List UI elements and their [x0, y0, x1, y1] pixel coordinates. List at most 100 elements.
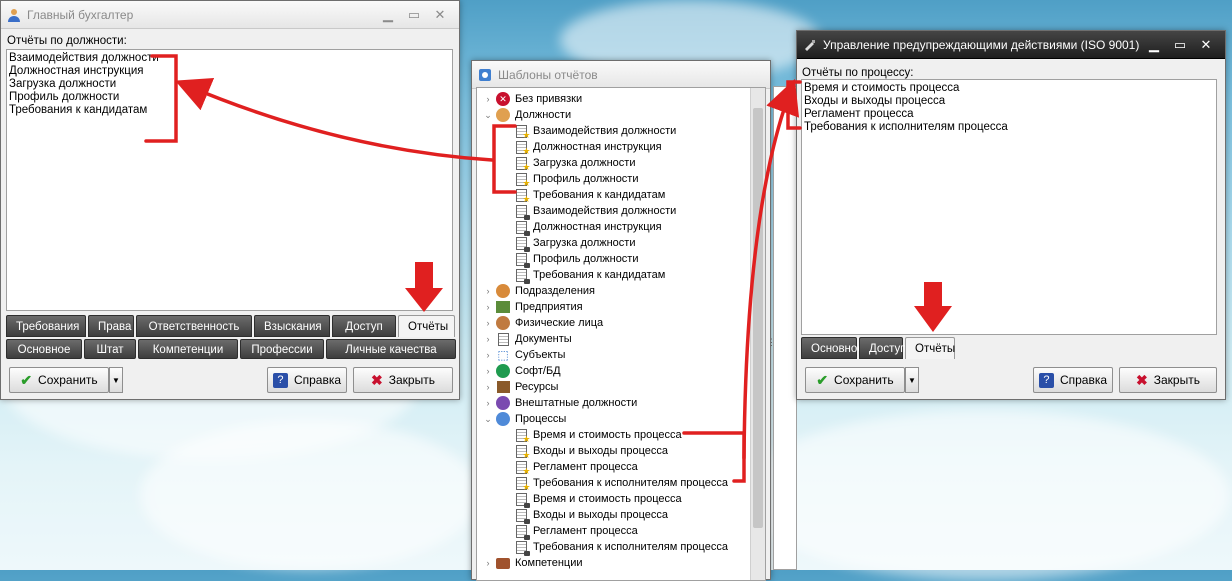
- tab-reports[interactable]: Отчёты: [398, 315, 455, 337]
- tab-penalties[interactable]: Взыскания: [254, 315, 330, 337]
- tab-access[interactable]: Доступ: [859, 337, 906, 359]
- collapse-arrow-icon[interactable]: ⌄: [483, 110, 493, 121]
- close-icon[interactable]: ✕: [1193, 37, 1219, 53]
- expand-arrow-icon[interactable]: ›: [483, 334, 493, 344]
- tree-node[interactable]: › ⬚ Субъекты: [483, 347, 566, 363]
- close-label: Закрыть: [1153, 373, 1200, 387]
- list-item[interactable]: Требования к исполнителям процесса: [804, 121, 1214, 134]
- templates-tree[interactable]: ›✕Без привязки⌄ДолжностиВзаимодействия д…: [476, 87, 766, 581]
- window-titlebar[interactable]: Шаблоны отчётов: [472, 61, 770, 89]
- tab-requirements[interactable]: Требования: [6, 315, 86, 337]
- tree-node[interactable]: › Физические лица: [483, 315, 603, 331]
- tree-node[interactable]: › Ресурсы: [483, 379, 558, 395]
- list-item[interactable]: Входы и выходы процесса: [804, 95, 1214, 108]
- tree-node[interactable]: Должностная инструкция: [501, 219, 662, 236]
- tree-node[interactable]: Загрузка должности: [501, 235, 636, 252]
- list-item[interactable]: Регламент процесса: [804, 108, 1214, 121]
- save-dropdown-button[interactable]: ▼: [109, 367, 123, 393]
- tree-node[interactable]: Регламент процесса: [501, 523, 638, 540]
- processes-icon: [495, 412, 511, 427]
- expand-arrow-icon[interactable]: ›: [483, 366, 493, 376]
- close-button[interactable]: ✖ Закрыть: [353, 367, 453, 393]
- locked-report-icon: [513, 220, 530, 236]
- tree-node[interactable]: Требования к исполнителям процесса: [501, 539, 728, 556]
- close-button[interactable]: ✖ Закрыть: [1119, 367, 1217, 393]
- minimize-icon[interactable]: ▁: [1141, 37, 1167, 53]
- expand-arrow-icon[interactable]: ›: [483, 318, 493, 328]
- tab-main[interactable]: Основное: [6, 339, 82, 359]
- tab-staff[interactable]: Штат: [84, 339, 136, 359]
- tab-access[interactable]: Доступ: [332, 315, 396, 337]
- expand-arrow-icon[interactable]: ›: [483, 558, 493, 568]
- expand-arrow-icon[interactable]: ›: [483, 398, 493, 408]
- save-button[interactable]: ✔ Сохранить: [9, 367, 109, 393]
- help-button[interactable]: ? Справка: [1033, 367, 1113, 393]
- tree-node[interactable]: › Внештатные должности: [483, 395, 637, 411]
- scroll-thumb[interactable]: [753, 108, 763, 528]
- tree-node[interactable]: Взаимодействия должности: [501, 123, 676, 141]
- tree-node[interactable]: Время и стоимость процесса: [501, 491, 682, 508]
- list-item[interactable]: Должностная инструкция: [9, 65, 450, 78]
- tab-main[interactable]: Основное: [801, 337, 864, 359]
- close-icon[interactable]: ✕: [427, 7, 453, 23]
- window-titlebar[interactable]: Управление предупреждающими действиями (…: [797, 31, 1225, 59]
- tree-node[interactable]: Требования к кандидатам: [501, 267, 665, 284]
- tree-node[interactable]: › Предприятия: [483, 299, 583, 315]
- tree-node[interactable]: Должностная инструкция: [501, 139, 662, 157]
- tree-node-label: Регламент процесса: [533, 525, 638, 537]
- list-item[interactable]: Требования к кандидатам: [9, 104, 450, 117]
- save-button[interactable]: ✔ Сохранить: [805, 367, 905, 393]
- tree-node[interactable]: Время и стоимость процесса: [501, 427, 682, 445]
- expand-arrow-icon[interactable]: ›: [483, 382, 493, 392]
- tree-node-label: Внештатные должности: [515, 397, 638, 409]
- tree-node[interactable]: Требования к исполнителям процесса: [501, 475, 728, 493]
- tab-professions[interactable]: Профессии: [240, 339, 324, 359]
- minimize-icon[interactable]: ▁: [375, 7, 401, 23]
- tree-node[interactable]: › Документы: [483, 331, 572, 347]
- tree-node[interactable]: ⌄ Должности: [483, 107, 571, 123]
- tree-node[interactable]: Профиль должности: [501, 251, 639, 268]
- tree-node[interactable]: Входы и выходы процесса: [501, 443, 668, 461]
- expand-arrow-icon[interactable]: ›: [483, 286, 493, 296]
- maximize-icon[interactable]: ▭: [401, 7, 427, 23]
- tree-node-label: Требования к исполнителям процесса: [533, 541, 728, 553]
- list-item[interactable]: Профиль должности: [9, 91, 450, 104]
- splitter-handle[interactable]: ⋮: [767, 338, 776, 354]
- tree-node[interactable]: Профиль должности: [501, 171, 639, 189]
- process-reports-list[interactable]: Время и стоимость процесса Входы и выход…: [801, 79, 1217, 335]
- tab-personal-qualities[interactable]: Личные качества: [326, 339, 456, 359]
- tree-node[interactable]: › ✕ Без привязки: [483, 91, 582, 107]
- locked-report-icon: [513, 492, 530, 508]
- collapse-arrow-icon[interactable]: ⌄: [483, 414, 493, 425]
- tree-node[interactable]: Регламент процесса: [501, 459, 638, 477]
- save-dropdown-button[interactable]: ▼: [905, 367, 919, 393]
- position-reports-list[interactable]: Взаимодействия должности Должностная инс…: [6, 49, 453, 311]
- tree-node-label: Время и стоимость процесса: [533, 429, 682, 441]
- window-titlebar[interactable]: Главный бухгалтер ▁ ▭ ✕: [1, 1, 459, 29]
- tree-node[interactable]: Взаимодействия должности: [501, 203, 676, 220]
- tree-node[interactable]: Загрузка должности: [501, 155, 636, 173]
- tree-scrollbar[interactable]: [750, 88, 765, 580]
- departments-icon: [495, 284, 511, 299]
- tree-node[interactable]: Входы и выходы процесса: [501, 507, 668, 524]
- tree-node[interactable]: ⌄ Процессы: [483, 411, 566, 427]
- expand-arrow-icon[interactable]: ›: [483, 302, 493, 312]
- tab-responsibility[interactable]: Ответственность: [136, 315, 252, 337]
- tree-node[interactable]: › Софт/БД: [483, 363, 561, 379]
- tree-node[interactable]: Требования к кандидатам: [501, 187, 665, 205]
- help-button[interactable]: ? Справка: [267, 367, 347, 393]
- maximize-icon[interactable]: ▭: [1167, 37, 1193, 53]
- tab-competencies[interactable]: Компетенции: [138, 339, 238, 359]
- tree-node[interactable]: › Подразделения: [483, 283, 595, 299]
- tab-reports[interactable]: Отчёты: [905, 337, 955, 359]
- tab-rights[interactable]: Права: [88, 315, 134, 337]
- tree-node[interactable]: › Компетенции: [483, 555, 583, 571]
- list-item[interactable]: Взаимодействия должности: [9, 52, 450, 65]
- expand-arrow-icon[interactable]: ›: [483, 350, 493, 360]
- tree-node-label: Должностная инструкция: [533, 221, 662, 233]
- expand-arrow-icon[interactable]: ›: [483, 94, 493, 104]
- reports-caption: Отчёты по должности:: [7, 35, 127, 47]
- list-item[interactable]: Загрузка должности: [9, 78, 450, 91]
- report-template-icon: [513, 476, 531, 493]
- list-item[interactable]: Время и стоимость процесса: [804, 82, 1214, 95]
